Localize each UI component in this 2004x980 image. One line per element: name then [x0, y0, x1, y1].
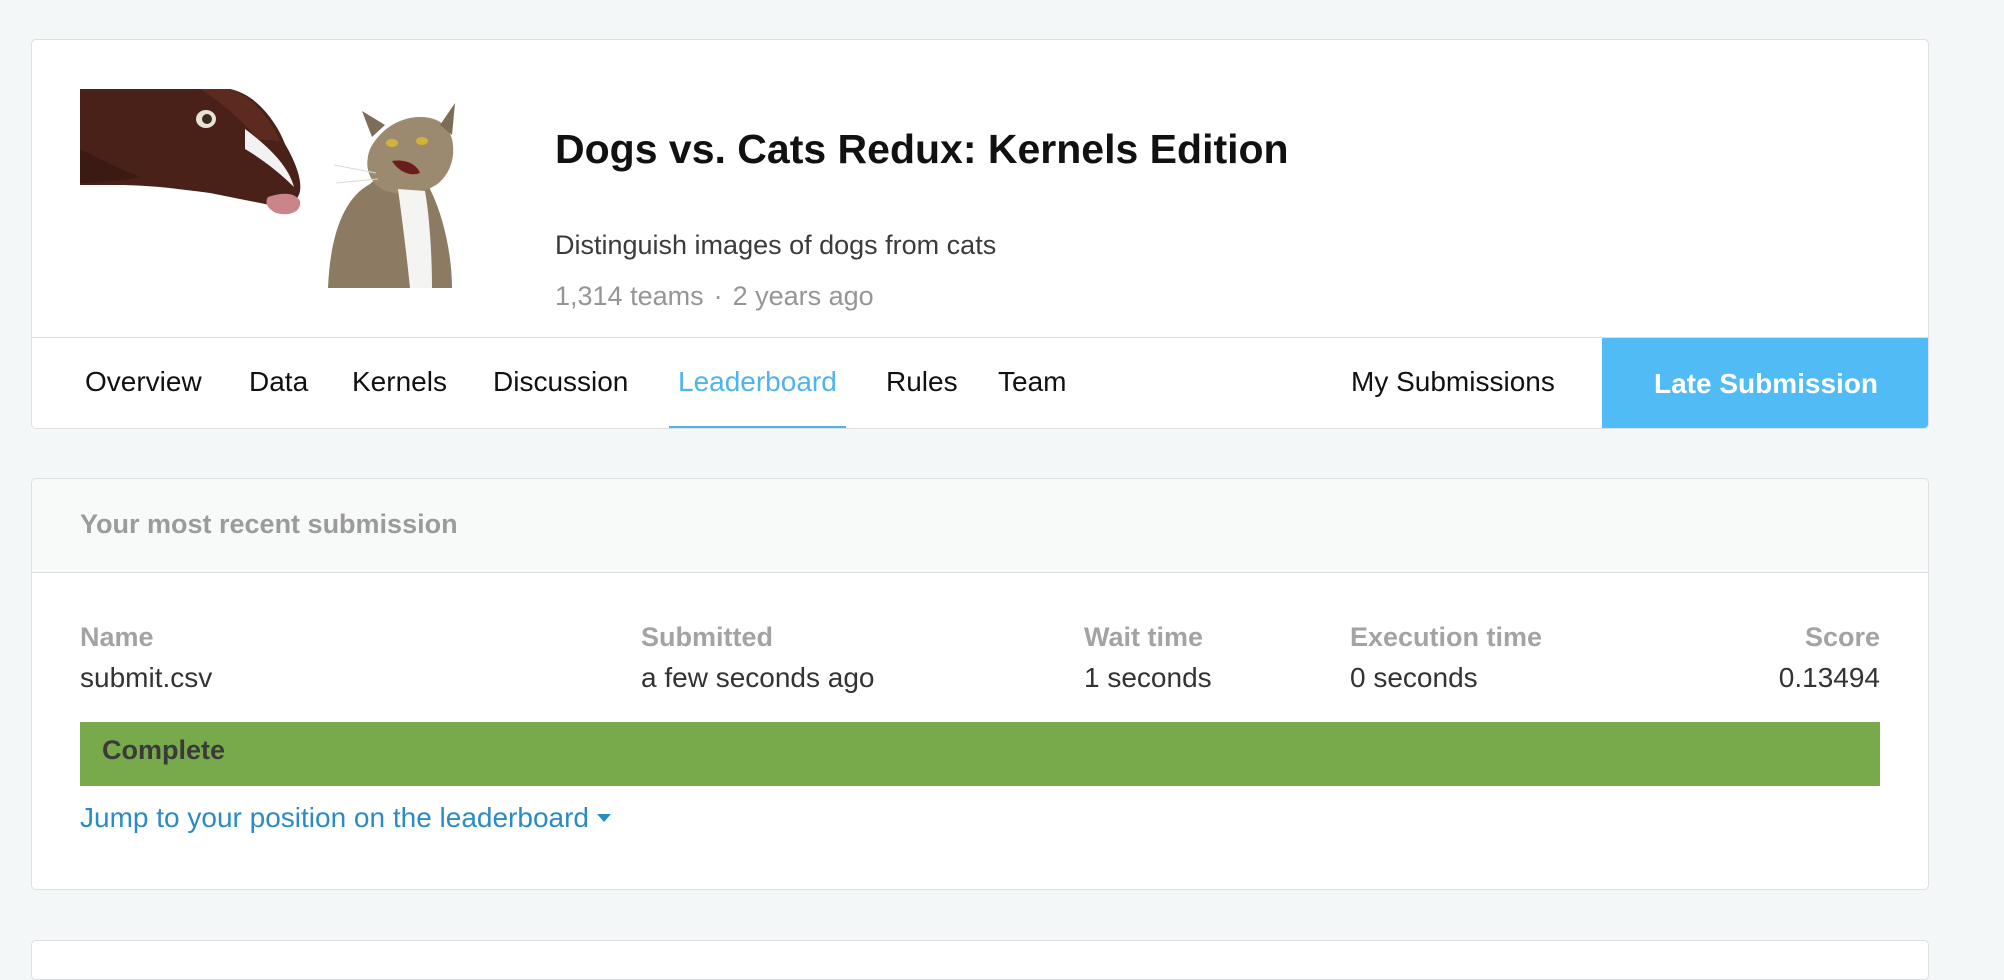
submitted-column: Submitted a few seconds ago	[641, 622, 875, 694]
meta-separator: ·	[713, 281, 723, 311]
competition-age: 2 years ago	[732, 281, 874, 311]
execution-time-label: Execution time	[1350, 622, 1543, 652]
my-submissions-link[interactable]: My Submissions	[1351, 338, 1555, 428]
wait-time-column: Wait time 1 seconds	[1084, 622, 1212, 694]
competition-meta: 1,314 teams · 2 years ago	[555, 281, 874, 312]
score-column: Score 0.13494	[1779, 622, 1880, 694]
tab-leaderboard[interactable]: Leaderboard	[669, 338, 846, 428]
dog-image	[80, 89, 301, 215]
competition-subtitle: Distinguish images of dogs from cats	[555, 230, 997, 260]
wait-time-label: Wait time	[1084, 622, 1204, 652]
cat-image	[328, 103, 455, 288]
name-value: submit.csv	[80, 662, 213, 693]
jump-link-label: Jump to your position on the leaderboard	[80, 802, 589, 833]
competition-tabs: Overview Data Kernels Discussion Leaderb…	[32, 337, 1928, 428]
submission-heading: Your most recent submission	[80, 509, 458, 539]
recent-submission-card: Your most recent submission Name submit.…	[31, 478, 1929, 890]
tab-kernels[interactable]: Kernels	[352, 338, 447, 428]
leaderboard-card	[31, 940, 1929, 980]
jump-to-leaderboard-link[interactable]: Jump to your position on the leaderboard	[80, 802, 611, 834]
tab-team[interactable]: Team	[998, 338, 1066, 428]
tab-data[interactable]: Data	[249, 338, 308, 428]
name-column: Name submit.csv	[80, 622, 212, 694]
tab-discussion[interactable]: Discussion	[493, 338, 628, 428]
score-value: 0.13494	[1778, 662, 1880, 693]
submission-status-bar: Complete	[80, 722, 1880, 786]
competition-title: Dogs vs. Cats Redux: Kernels Edition	[555, 126, 1289, 172]
score-label: Score	[1804, 622, 1880, 652]
team-count: 1,314 teams	[555, 281, 704, 311]
competition-header: Dogs vs. Cats Redux: Kernels Edition Dis…	[31, 39, 1929, 429]
competition-image	[80, 89, 505, 288]
name-label: Name	[80, 622, 154, 652]
caret-down-icon	[597, 813, 611, 822]
late-submission-button[interactable]: Late Submission	[1602, 338, 1928, 428]
submitted-value: a few seconds ago	[641, 662, 875, 693]
execution-time-value: 0 seconds	[1350, 662, 1478, 693]
tab-rules[interactable]: Rules	[886, 338, 958, 428]
status-badge: Complete	[102, 735, 226, 765]
submitted-label: Submitted	[641, 622, 773, 652]
wait-time-value: 1 seconds	[1084, 662, 1212, 693]
submission-card-header: Your most recent submission	[32, 479, 1928, 573]
execution-time-column: Execution time 0 seconds	[1350, 622, 1542, 694]
tab-overview[interactable]: Overview	[85, 338, 202, 428]
